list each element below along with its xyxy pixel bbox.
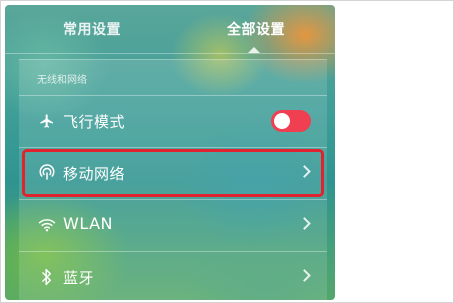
bluetooth-label: 蓝牙 <box>63 269 95 287</box>
tab-all-settings[interactable]: 全部设置 <box>227 19 285 39</box>
row-divider <box>19 147 327 148</box>
toggle-knob <box>274 113 290 129</box>
airplane-icon <box>37 111 57 131</box>
airplane-mode-label: 飞行模式 <box>63 113 126 131</box>
screenshot-frame: 常用设置 全部设置 无线和网络 飞行模式 移动网络 WLAN 蓝牙 <box>0 0 454 303</box>
tab-common-settings[interactable]: 常用设置 <box>63 19 121 39</box>
section-divider <box>19 95 327 96</box>
settings-screen: 常用设置 全部设置 无线和网络 飞行模式 移动网络 WLAN 蓝牙 <box>5 5 335 300</box>
airplane-mode-toggle[interactable] <box>271 110 311 132</box>
wlan-label: WLAN <box>63 214 114 233</box>
section-header: 无线和网络 <box>37 75 87 86</box>
airplane-mode-row[interactable]: 飞行模式 <box>19 98 327 144</box>
chevron-right-icon <box>298 269 311 282</box>
tabs-divider <box>5 53 335 54</box>
wlan-row[interactable]: WLAN <box>19 202 327 248</box>
chevron-right-icon <box>298 217 311 230</box>
row-divider <box>19 251 327 252</box>
row-divider <box>19 199 327 200</box>
mobile-network-highlight-box <box>22 149 324 197</box>
wifi-icon <box>37 215 57 235</box>
bluetooth-row[interactable]: 蓝牙 <box>19 254 327 300</box>
bluetooth-icon <box>37 267 57 287</box>
settings-tabs: 常用设置 全部设置 <box>5 5 335 57</box>
